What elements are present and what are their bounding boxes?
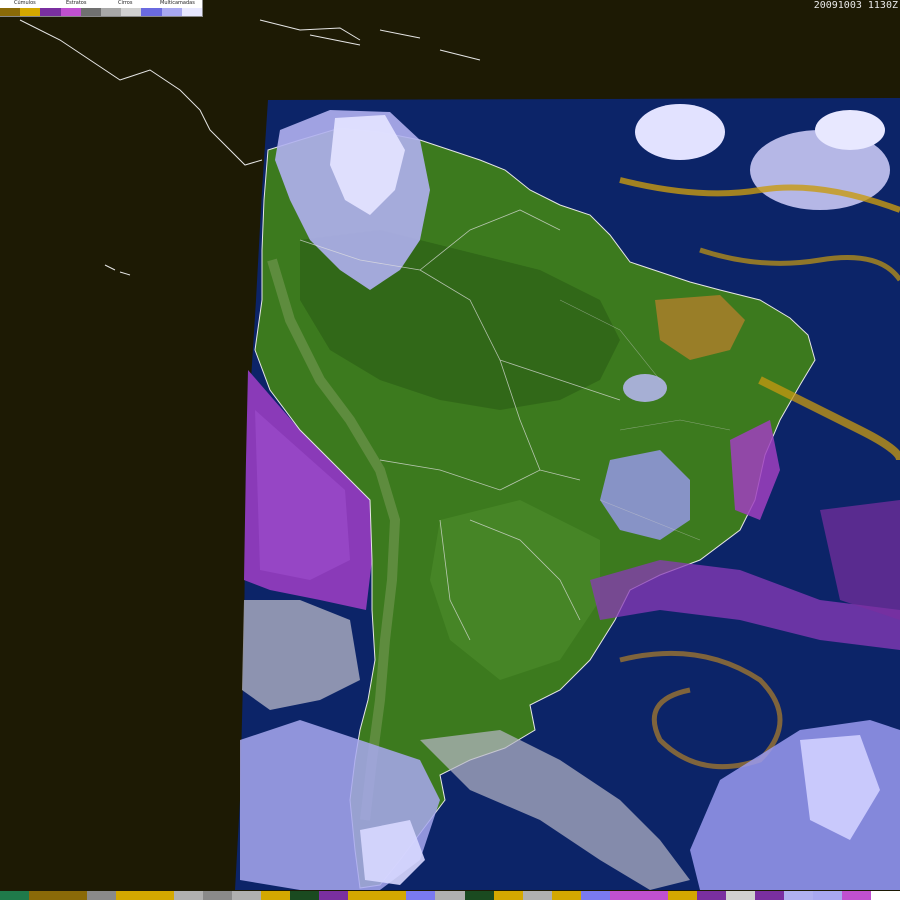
scale-swatch xyxy=(696,891,726,900)
legend-swatch xyxy=(181,8,203,16)
scale-swatch xyxy=(87,891,117,900)
scale-swatch xyxy=(290,891,320,900)
scale-swatch xyxy=(522,891,552,900)
scale-swatch xyxy=(58,891,88,900)
legend-label-multilayer: Multicamadas xyxy=(160,0,195,6)
scale-swatch xyxy=(435,891,465,900)
scale-swatch xyxy=(754,891,784,900)
scale-swatch xyxy=(116,891,146,900)
scale-swatch xyxy=(377,891,407,900)
scale-swatch xyxy=(0,891,30,900)
legend-swatch xyxy=(141,8,162,16)
scale-swatch xyxy=(29,891,59,900)
scale-swatch xyxy=(667,891,697,900)
bottom-color-scale xyxy=(0,891,900,900)
scale-swatch xyxy=(870,891,900,900)
legend-swatch xyxy=(0,8,21,16)
legend-labels: Cúmulos Estratos Cirros Multicamadas xyxy=(0,0,202,7)
legend-swatch xyxy=(121,8,142,16)
legend-swatch xyxy=(60,8,81,16)
legend-swatch xyxy=(161,8,182,16)
scale-swatch xyxy=(725,891,755,900)
scale-swatch xyxy=(551,891,581,900)
scale-swatch xyxy=(174,891,204,900)
legend-swatch xyxy=(20,8,41,16)
scale-swatch xyxy=(580,891,610,900)
legend-label-cumulus: Cúmulos xyxy=(14,0,36,6)
scale-swatch xyxy=(493,891,523,900)
legend-label-cirrus: Cirros xyxy=(118,0,133,6)
scale-swatch xyxy=(609,891,639,900)
scale-swatch xyxy=(841,891,871,900)
atlantic-cloud-bright-1 xyxy=(635,104,725,160)
legend-swatch xyxy=(101,8,122,16)
scale-swatch xyxy=(145,891,175,900)
image-timestamp: 20091003 1130Z xyxy=(813,0,898,11)
legend-swatch xyxy=(40,8,61,16)
scale-swatch xyxy=(319,891,349,900)
legend-swatch xyxy=(80,8,102,16)
scale-swatch xyxy=(232,891,262,900)
scale-swatch xyxy=(203,891,233,900)
scale-swatch xyxy=(406,891,436,900)
scale-swatch xyxy=(638,891,668,900)
cloud-type-legend: Cúmulos Estratos Cirros Multicamadas xyxy=(0,0,203,17)
scale-swatch xyxy=(812,891,842,900)
scale-swatch xyxy=(783,891,813,900)
satellite-map xyxy=(0,0,900,900)
atlantic-cloud-bright-3 xyxy=(815,110,885,150)
scale-swatch xyxy=(464,891,494,900)
legend-label-stratus: Estratos xyxy=(66,0,87,6)
scale-swatch xyxy=(261,891,291,900)
scale-swatch xyxy=(348,891,378,900)
central-brazil-cloud-small xyxy=(623,374,667,402)
legend-swatches xyxy=(0,8,203,16)
